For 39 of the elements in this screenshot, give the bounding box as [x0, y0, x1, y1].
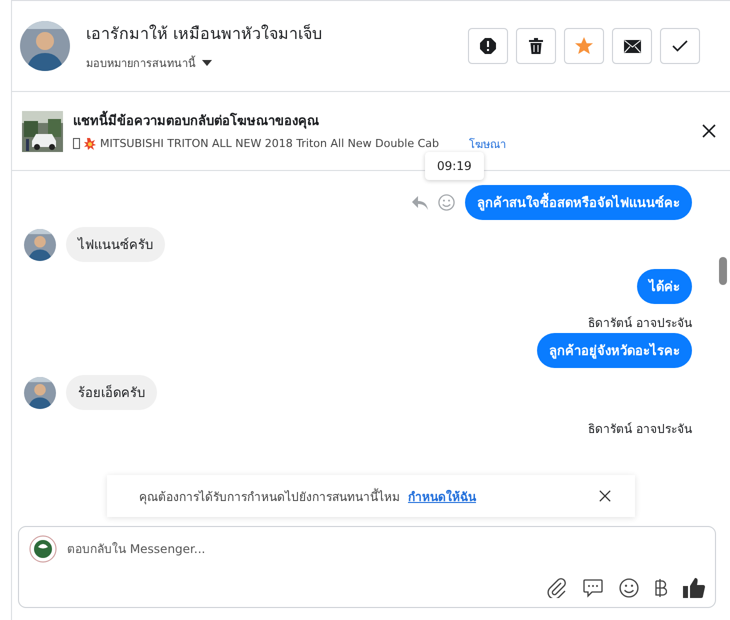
envelope-icon	[624, 40, 640, 52]
message-bubble: ลูกค้าสนใจซื้อสดหรือจัดไฟแนนซ์คะ	[465, 185, 692, 220]
timestamp-tooltip: 09:19	[425, 152, 484, 180]
conversation-title: เอารักมาให้ เหมือนพาหัวใจมาเจ็บ	[86, 22, 324, 44]
avatar	[20, 21, 70, 71]
page-logo	[29, 535, 57, 563]
assign-dropdown[interactable]: มอบหมายการสนทนานี้	[86, 54, 468, 72]
sender-name: ธิดารัตน์ อาจประจัน	[588, 421, 692, 438]
ad-reply-title: แชทนี้มีข้อความตอบกลับต่อโฆษณาของคุณ	[73, 110, 698, 130]
message-bubble: ไฟแนนซ์ครับ	[66, 227, 165, 262]
trash-icon	[529, 38, 543, 54]
check-icon	[672, 40, 688, 52]
star-icon	[575, 37, 593, 55]
ad-name: MITSUBISHI TRITON ALL NEW 2018 Triton All New Double Cab	[100, 137, 439, 150]
emoji-button[interactable]	[619, 578, 639, 598]
delete-button[interactable]	[516, 28, 556, 64]
message-bubble: ร้อยเอ็ดครับ	[66, 375, 157, 410]
spam-button[interactable]	[468, 28, 508, 64]
view-ad-link[interactable]: โฆษณา	[469, 134, 506, 152]
caret-icon	[202, 60, 212, 66]
saved-replies-button[interactable]	[583, 578, 603, 598]
close-icon	[599, 490, 611, 502]
done-button[interactable]	[660, 28, 700, 64]
message-bubble: ลูกค้าอยู่จังหวัดอะไรคะ	[537, 333, 692, 368]
explosion-icon	[84, 138, 96, 150]
assign-prompt: คุณต้องการได้รับการกำหนดไปยังการสนทนานี้ไหม	[139, 487, 400, 506]
attach-button[interactable]	[547, 578, 567, 598]
avatar	[24, 228, 56, 260]
alert-icon	[480, 38, 496, 54]
message-bubble: ได้ค่ะ	[637, 269, 692, 304]
close-icon	[702, 124, 716, 138]
mark-unread-button[interactable]	[612, 28, 652, 64]
missing-glyph-icon	[73, 138, 80, 149]
payment-button[interactable]	[655, 578, 667, 598]
avatar	[24, 376, 56, 408]
star-button[interactable]	[564, 28, 604, 64]
like-button[interactable]	[683, 577, 705, 599]
assign-to-me-link[interactable]: กำหนดให้ฉัน	[408, 486, 476, 506]
sender-name: ธิดารัตน์ อาจประจัน	[588, 315, 692, 332]
